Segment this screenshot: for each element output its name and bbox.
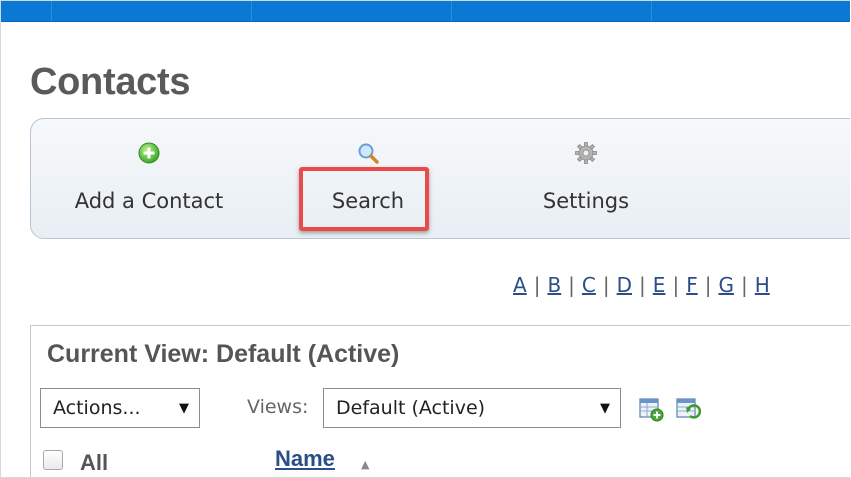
alpha-link-a[interactable]: A — [513, 273, 527, 297]
nav-divider — [51, 1, 52, 21]
current-view-title: Current View: Default (Active) — [47, 340, 400, 368]
alpha-link-b[interactable]: B — [547, 273, 561, 297]
alpha-link-c[interactable]: C — [582, 273, 596, 297]
alpha-separator: | — [533, 273, 541, 297]
alpha-link-f[interactable]: F — [686, 273, 698, 297]
magnifier-icon — [358, 143, 379, 164]
actions-dropdown-value: Actions... — [53, 397, 141, 419]
refresh-view-icon[interactable] — [675, 396, 701, 422]
plus-circle-icon — [138, 142, 160, 164]
alpha-separator: | — [568, 273, 575, 297]
alpha-link-d[interactable]: D — [617, 273, 632, 297]
views-dropdown[interactable]: Default (Active) ▼ — [323, 388, 621, 428]
dropdown-arrow-icon: ▼ — [179, 401, 189, 416]
alpha-link-h[interactable]: H — [755, 273, 770, 297]
nav-divider — [251, 1, 252, 21]
add-view-icon[interactable] — [638, 396, 664, 422]
contacts-toolbar: Add a Contact Search Settings — [30, 118, 850, 239]
select-all-checkbox[interactable] — [43, 450, 63, 470]
settings-label: Settings — [542, 189, 630, 213]
select-all-label: All — [80, 450, 109, 475]
app-frame: Contacts Add a Contact Search Settings A… — [0, 0, 850, 478]
alpha-separator: | — [740, 273, 748, 297]
alphabet-filter: A | B | C | D | E | F | G | H — [513, 273, 770, 297]
views-dropdown-value: Default (Active) — [336, 397, 486, 419]
page-title: Contacts — [30, 61, 191, 103]
alpha-link-g[interactable]: G — [718, 273, 734, 297]
alpha-separator: | — [639, 273, 646, 297]
current-view-panel: Current View: Default (Active) Actions..… — [30, 325, 850, 477]
alpha-separator: | — [602, 273, 610, 297]
nav-divider — [651, 1, 652, 21]
settings-button[interactable]: Settings — [526, 119, 646, 238]
top-nav-bar — [1, 1, 850, 22]
nav-divider — [451, 1, 452, 21]
name-column-header[interactable]: Name — [275, 446, 335, 472]
alpha-separator: | — [704, 273, 712, 297]
gear-icon — [575, 142, 597, 164]
dropdown-arrow-icon: ▼ — [600, 401, 610, 416]
views-label: Views: — [247, 396, 309, 418]
alpha-link-e[interactable]: E — [653, 273, 666, 297]
actions-dropdown[interactable]: Actions... ▼ — [40, 388, 200, 428]
add-contact-button[interactable]: Add a Contact — [59, 119, 239, 238]
alpha-separator: | — [672, 273, 680, 297]
search-highlight-box — [299, 167, 429, 231]
add-contact-label: Add a Contact — [74, 189, 224, 213]
sort-ascending-icon: ▲ — [361, 458, 370, 471]
